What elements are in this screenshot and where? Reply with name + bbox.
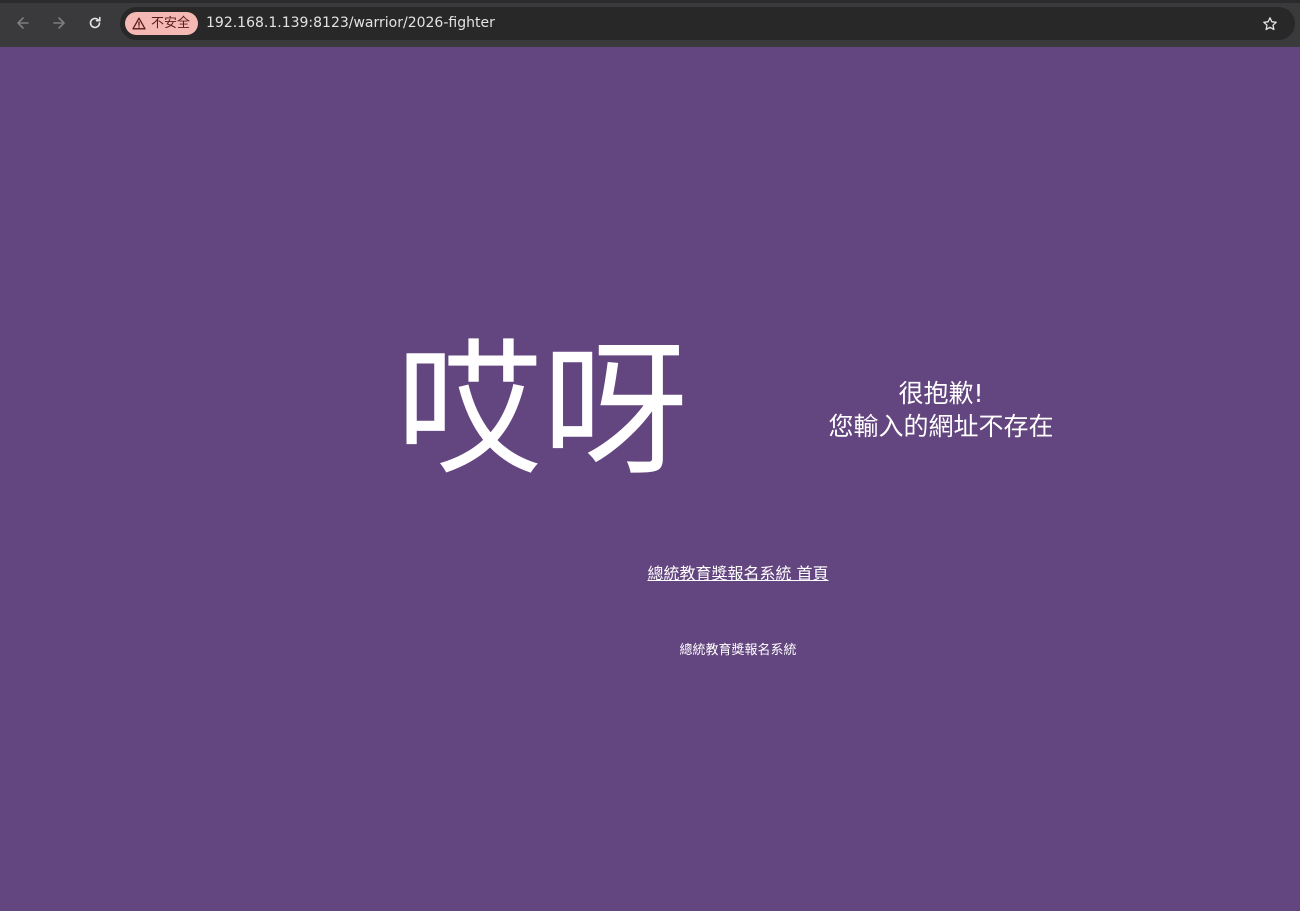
- not-found-line: 您輸入的網址不存在: [828, 412, 1054, 441]
- error-message: 很抱歉! 您輸入的網址不存在: [800, 377, 1082, 443]
- security-indicator[interactable]: 不安全: [125, 12, 199, 35]
- error-headline: 哎呀: [396, 326, 688, 496]
- sorry-line: 很抱歉!: [898, 379, 984, 408]
- back-button[interactable]: [10, 10, 36, 36]
- forward-button[interactable]: [46, 10, 72, 36]
- reload-icon: [89, 16, 101, 29]
- back-arrow-icon: [17, 17, 29, 29]
- browser-toolbar: 不安全 192.168.1.139:8123/warrior/2026-figh…: [0, 0, 1300, 47]
- error-page: 哎呀 很抱歉! 您輸入的網址不存在 總統教育獎報名系統 首頁 總統教育獎報名系統: [0, 47, 1300, 911]
- footer-text: 總統教育獎報名系統: [679, 643, 797, 658]
- forward-arrow-icon: [53, 17, 65, 29]
- bookmark-button[interactable]: [1259, 13, 1281, 35]
- star-icon: [1263, 17, 1277, 31]
- home-link[interactable]: 總統教育獎報名系統 首頁: [0, 560, 1300, 584]
- address-bar[interactable]: 不安全 192.168.1.139:8123/warrior/2026-figh…: [120, 7, 1295, 40]
- security-label: 不安全: [151, 16, 191, 31]
- warning-triangle-icon: [132, 17, 146, 30]
- tab-strip: [0, 0, 1300, 3]
- url-text[interactable]: 192.168.1.139:8123/warrior/2026-fighter: [206, 7, 495, 40]
- reload-button[interactable]: [82, 10, 108, 36]
